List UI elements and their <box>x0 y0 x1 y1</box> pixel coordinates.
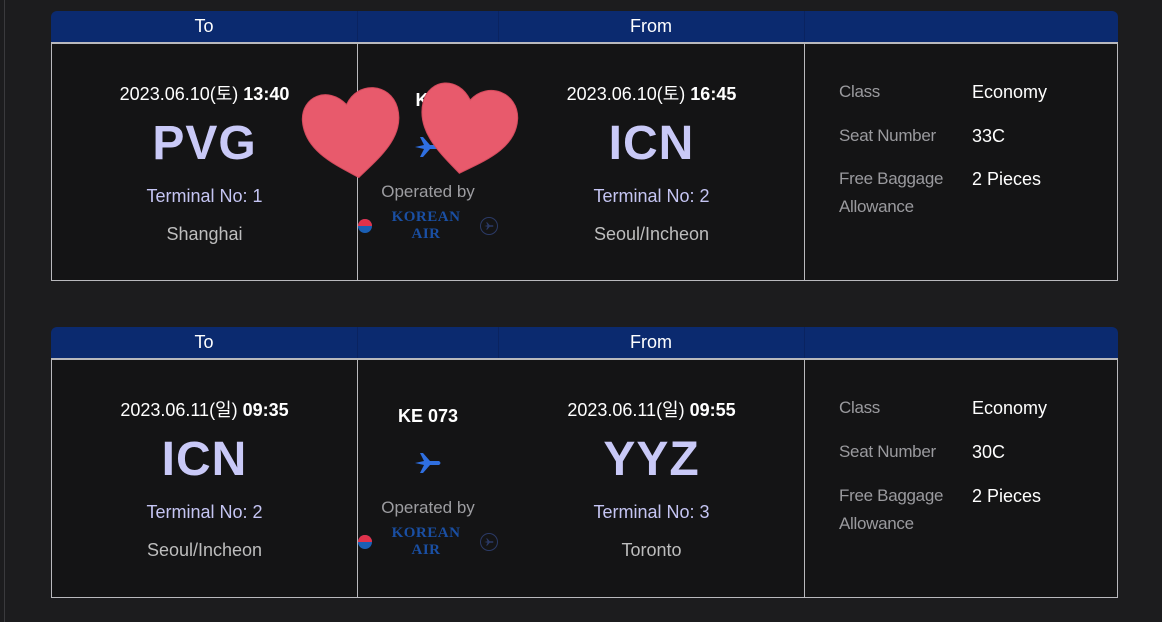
seat-value: 33C <box>972 126 1006 146</box>
origin-column: 2023.06.11(일) 09:35 ICN Terminal No: 2 S… <box>52 360 357 597</box>
class-value: Economy <box>972 82 1048 102</box>
departure-datetime: 2023.06.11(일) 09:35 <box>120 400 289 420</box>
flight-segment-card-1: To From 2023.06.10(토) 13:40 PVG Terminal… <box>51 11 1118 281</box>
segment-header: To From <box>51 327 1118 358</box>
header-from: From <box>630 16 672 36</box>
destination-airport-code: ICN <box>608 117 695 170</box>
flight-segment-card-2: To From 2023.06.11(일) 09:35 ICN Terminal… <box>51 327 1118 598</box>
ticket-details-column: Class Economy Seat Number 33C Free Bagga… <box>805 44 1117 280</box>
destination-city: Seoul/Incheon <box>593 224 710 244</box>
destination-terminal: Terminal No: 3 <box>593 502 710 522</box>
airplane-icon <box>358 452 498 474</box>
destination-city: Toronto <box>621 540 682 560</box>
heart-sticker-icon <box>300 74 522 189</box>
arrival-datetime: 2023.06.10(토) 16:45 <box>566 84 737 104</box>
destination-terminal: Terminal No: 2 <box>593 186 710 206</box>
destination-column: 2023.06.10(토) 16:45 ICN Terminal No: 2 S… <box>499 44 804 280</box>
operated-by-label: Operated by <box>381 498 475 517</box>
origin-city: Seoul/Incheon <box>146 540 263 560</box>
origin-city: Shanghai <box>166 224 243 244</box>
window-edge <box>4 0 5 622</box>
header-to: To <box>194 332 214 352</box>
flight-number: KE 073 <box>397 406 459 426</box>
baggage-value: 2 Pieces <box>972 169 1042 189</box>
seat-label: Seat Number <box>839 442 936 461</box>
destination-column: 2023.06.11(일) 09:55 YYZ Terminal No: 3 T… <box>499 360 804 597</box>
small-airplane-icon <box>480 533 498 551</box>
destination-airport-code: YYZ <box>603 433 700 486</box>
class-value: Economy <box>972 398 1048 418</box>
seat-value: 30C <box>972 442 1006 462</box>
origin-terminal: Terminal No: 2 <box>146 502 263 522</box>
segment-body: 2023.06.11(일) 09:35 ICN Terminal No: 2 S… <box>51 358 1118 598</box>
baggage-label: Free Baggage Allowance <box>839 486 944 533</box>
korean-air-emblem-icon <box>358 535 372 549</box>
class-label: Class <box>839 82 881 101</box>
baggage-value: 2 Pieces <box>972 486 1042 506</box>
korean-air-emblem-icon <box>358 219 372 233</box>
flight-info-column: KE 073 Operated by KOREAN AIR <box>358 360 498 597</box>
korean-air-logo: KOREAN AIR <box>358 525 498 559</box>
seat-label: Seat Number <box>839 126 936 145</box>
header-to: To <box>194 16 214 36</box>
origin-terminal: Terminal No: 1 <box>146 186 263 206</box>
arrival-datetime: 2023.06.11(일) 09:55 <box>567 400 736 420</box>
segment-body: 2023.06.10(토) 13:40 PVG Terminal No: 1 S… <box>51 42 1118 281</box>
ticket-details-column: Class Economy Seat Number 30C Free Bagga… <box>805 360 1117 597</box>
origin-airport-code: ICN <box>161 433 248 486</box>
small-airplane-icon <box>480 217 498 235</box>
header-from: From <box>630 332 672 352</box>
baggage-label: Free Baggage Allowance <box>839 169 944 216</box>
segment-header: To From <box>51 11 1118 42</box>
class-label: Class <box>839 398 881 417</box>
korean-air-logo: KOREAN AIR <box>358 209 498 243</box>
